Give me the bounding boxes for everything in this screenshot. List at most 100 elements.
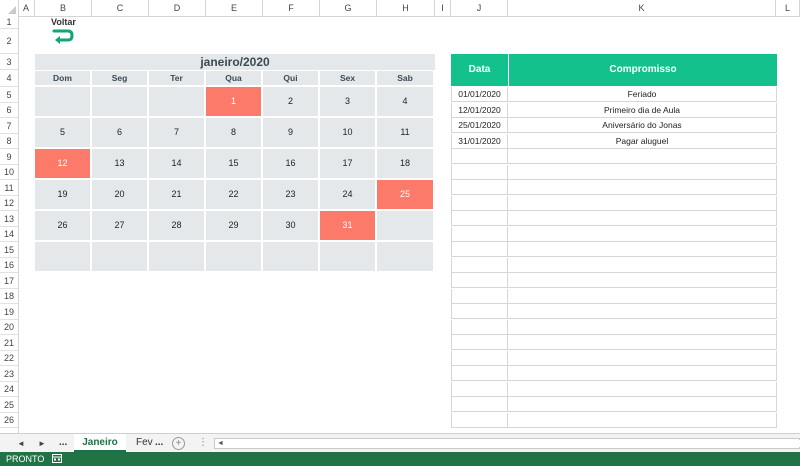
date-cell[interactable] <box>451 211 508 226</box>
calendar-day-cell[interactable]: 16 <box>263 149 318 178</box>
calendar-day-cell[interactable]: 20 <box>92 180 147 209</box>
date-cell[interactable] <box>451 381 508 397</box>
row-header[interactable]: 16 <box>0 258 18 273</box>
event-cell[interactable] <box>508 319 777 335</box>
calendar-day-cell[interactable]: 22 <box>206 180 261 209</box>
calendar-day-cell[interactable]: 29 <box>206 211 261 240</box>
date-cell[interactable] <box>451 242 508 257</box>
event-cell[interactable] <box>508 257 777 273</box>
event-cell[interactable] <box>508 366 777 381</box>
event-cell[interactable] <box>508 273 777 288</box>
row-header[interactable]: 19 <box>0 304 18 320</box>
date-cell[interactable] <box>451 149 508 164</box>
row-header[interactable]: 4 <box>0 70 18 87</box>
row-header[interactable]: 11 <box>0 180 18 196</box>
more-sheets-right[interactable]: ... <box>155 434 163 452</box>
date-cell[interactable]: 12/01/2020 <box>451 102 508 118</box>
calendar-day-cell[interactable]: 24 <box>320 180 375 209</box>
date-cell[interactable]: 25/01/2020 <box>451 118 508 133</box>
date-cell[interactable] <box>451 164 508 180</box>
calendar-day-cell[interactable]: 2 <box>263 87 318 116</box>
date-cell[interactable] <box>451 319 508 335</box>
event-cell[interactable] <box>508 397 777 412</box>
macro-record-icon[interactable] <box>52 454 62 463</box>
date-cell[interactable] <box>451 226 508 242</box>
more-sheets-left[interactable]: ... <box>59 434 67 452</box>
calendar-day-cell[interactable]: 9 <box>263 118 318 147</box>
row-header[interactable]: 24 <box>0 382 18 397</box>
calendar-day-cell[interactable]: 5 <box>35 118 90 147</box>
add-sheet-icon[interactable]: + <box>172 437 185 450</box>
date-column-header[interactable]: Data <box>451 54 508 86</box>
calendar-day-cell[interactable]: 1 <box>206 87 261 116</box>
date-cell[interactable]: 01/01/2020 <box>451 87 508 102</box>
date-cell[interactable] <box>451 350 508 366</box>
calendar-day-cell[interactable] <box>377 242 433 271</box>
column-header[interactable]: F <box>263 0 320 16</box>
date-cell[interactable] <box>451 412 508 428</box>
calendar-day-cell[interactable]: 25 <box>377 180 433 209</box>
row-header[interactable]: 25 <box>0 397 18 413</box>
prev-sheet-button[interactable]: ◄ <box>14 437 28 450</box>
event-cell[interactable]: Primeiro dia de Aula <box>508 102 777 118</box>
calendar-day-cell[interactable] <box>92 242 147 271</box>
tab-janeiro[interactable]: Janeiro <box>74 434 126 452</box>
event-cell[interactable] <box>508 211 777 226</box>
row-header[interactable]: 3 <box>0 54 18 70</box>
date-cell[interactable] <box>451 257 508 273</box>
tab-fevereiro[interactable]: Fev <box>136 434 153 452</box>
column-header[interactable]: E <box>206 0 263 16</box>
calendar-day-cell[interactable]: 23 <box>263 180 318 209</box>
calendar-day-cell[interactable] <box>263 242 318 271</box>
date-cell[interactable] <box>451 304 508 319</box>
event-cell[interactable] <box>508 350 777 366</box>
column-header[interactable]: L <box>776 0 800 16</box>
date-cell[interactable] <box>451 397 508 412</box>
scrollbar-thumb[interactable] <box>227 440 800 447</box>
row-header[interactable]: 6 <box>0 103 18 118</box>
column-header[interactable]: C <box>92 0 149 16</box>
calendar-day-cell[interactable]: 7 <box>149 118 204 147</box>
calendar-day-cell[interactable]: 3 <box>320 87 375 116</box>
row-header[interactable]: 1 <box>0 16 18 29</box>
column-header[interactable]: G <box>320 0 377 16</box>
event-cell[interactable]: Feriado <box>508 87 777 102</box>
calendar-day-cell[interactable] <box>35 242 90 271</box>
event-cell[interactable]: Aniversário do Jonas <box>508 118 777 133</box>
column-header[interactable]: K <box>508 0 776 16</box>
event-cell[interactable] <box>508 195 777 211</box>
row-header[interactable]: 14 <box>0 227 18 242</box>
calendar-day-cell[interactable]: 4 <box>377 87 433 116</box>
calendar-day-cell[interactable]: 21 <box>149 180 204 209</box>
row-header[interactable]: 17 <box>0 273 18 289</box>
date-cell[interactable]: 31/01/2020 <box>451 133 508 149</box>
date-cell[interactable] <box>451 180 508 195</box>
calendar-day-cell[interactable] <box>35 87 90 116</box>
calendar-day-cell[interactable]: 27 <box>92 211 147 240</box>
calendar-day-cell[interactable]: 17 <box>320 149 375 178</box>
row-header[interactable]: 10 <box>0 165 18 180</box>
calendar-day-cell[interactable] <box>206 242 261 271</box>
date-cell[interactable] <box>451 195 508 211</box>
column-header[interactable]: J <box>451 0 508 16</box>
row-header[interactable]: 13 <box>0 211 18 227</box>
date-cell[interactable] <box>451 273 508 288</box>
column-header[interactable]: D <box>149 0 206 16</box>
calendar-day-cell[interactable]: 31 <box>320 211 375 240</box>
event-cell[interactable] <box>508 149 777 164</box>
date-cell[interactable] <box>451 335 508 350</box>
horizontal-scrollbar[interactable]: ◄ <box>214 438 800 449</box>
scroll-left-icon[interactable]: ◄ <box>217 439 224 448</box>
column-header[interactable]: A <box>18 0 35 16</box>
tab-options-icon[interactable]: ⋮ <box>198 434 208 452</box>
column-header[interactable]: B <box>35 0 92 16</box>
calendar-day-cell[interactable]: 30 <box>263 211 318 240</box>
event-cell[interactable] <box>508 304 777 319</box>
column-header[interactable]: I <box>435 0 451 16</box>
row-header[interactable]: 21 <box>0 335 18 351</box>
row-header[interactable]: 7 <box>0 118 18 134</box>
row-header[interactable]: 26 <box>0 413 18 428</box>
event-cell[interactable] <box>508 412 777 428</box>
calendar-day-cell[interactable] <box>377 211 433 240</box>
event-cell[interactable]: Pagar aluguel <box>508 133 777 149</box>
